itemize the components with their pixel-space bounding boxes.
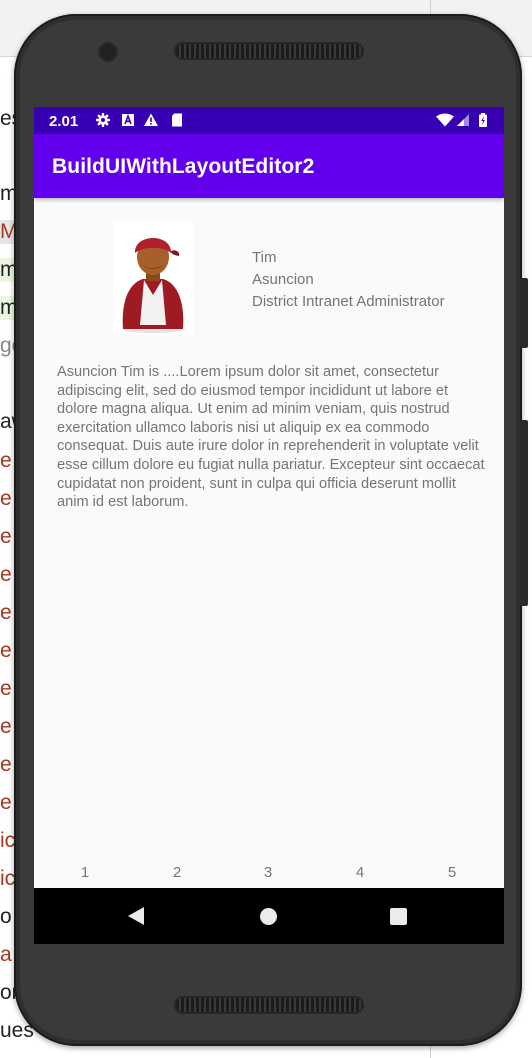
settings-icon xyxy=(96,113,110,127)
front-camera-icon xyxy=(100,44,116,60)
background-text: e xyxy=(0,677,12,700)
number-button-1[interactable]: 1 xyxy=(70,864,100,881)
top-speaker-grille xyxy=(176,44,362,58)
navigation-bar xyxy=(34,888,504,944)
background-text: e xyxy=(0,601,12,624)
sd-card-icon xyxy=(172,113,182,127)
last-name-text: Asuncion xyxy=(252,271,314,288)
wifi-icon xyxy=(436,113,454,127)
number-button-2[interactable]: 2 xyxy=(162,864,192,881)
bio-text: Asuncion Tim is ....Lorem ipsum dolor si… xyxy=(57,364,485,511)
app-title: BuildUIWithLayoutEditor2 xyxy=(52,155,315,178)
background-text: ic xyxy=(0,867,16,890)
status-time: 2.01 xyxy=(49,113,79,130)
number-button-3[interactable]: 3 xyxy=(253,864,283,881)
background-text: a xyxy=(0,943,12,966)
background-text: ic xyxy=(0,829,16,852)
home-icon[interactable] xyxy=(260,908,277,925)
warning-icon xyxy=(144,113,158,126)
background-text: e xyxy=(0,525,12,548)
background-text: e xyxy=(0,715,12,738)
volume-button[interactable] xyxy=(520,278,528,348)
bottom-speaker-grille xyxy=(176,998,362,1012)
app-bar: BuildUIWithLayoutEditor2 xyxy=(34,134,504,198)
background-text: o xyxy=(0,905,12,928)
background-text: e xyxy=(0,563,12,586)
number-button-5[interactable]: 5 xyxy=(437,864,467,881)
background-text: e xyxy=(0,639,12,662)
back-icon[interactable] xyxy=(128,907,144,925)
background-text: e xyxy=(0,449,12,472)
power-button[interactable] xyxy=(520,420,528,606)
user-avatar-icon xyxy=(122,238,184,333)
job-title-text: District Intranet Administrator xyxy=(252,293,445,310)
device-screen: 2.01 BuildUIWithLayoutEditor2 Tim Asunci… xyxy=(34,107,504,944)
number-button-4[interactable]: 4 xyxy=(345,864,375,881)
recent-apps-icon[interactable] xyxy=(390,908,407,925)
a-notification-icon xyxy=(122,113,134,126)
first-name-text: Tim xyxy=(252,249,277,266)
cellular-signal-icon xyxy=(457,114,469,126)
background-text: e xyxy=(0,791,12,814)
battery-icon xyxy=(479,113,487,127)
background-text: e xyxy=(0,487,12,510)
background-text: e xyxy=(0,753,12,776)
status-bar: 2.01 xyxy=(34,107,504,134)
user-avatar xyxy=(113,221,193,335)
